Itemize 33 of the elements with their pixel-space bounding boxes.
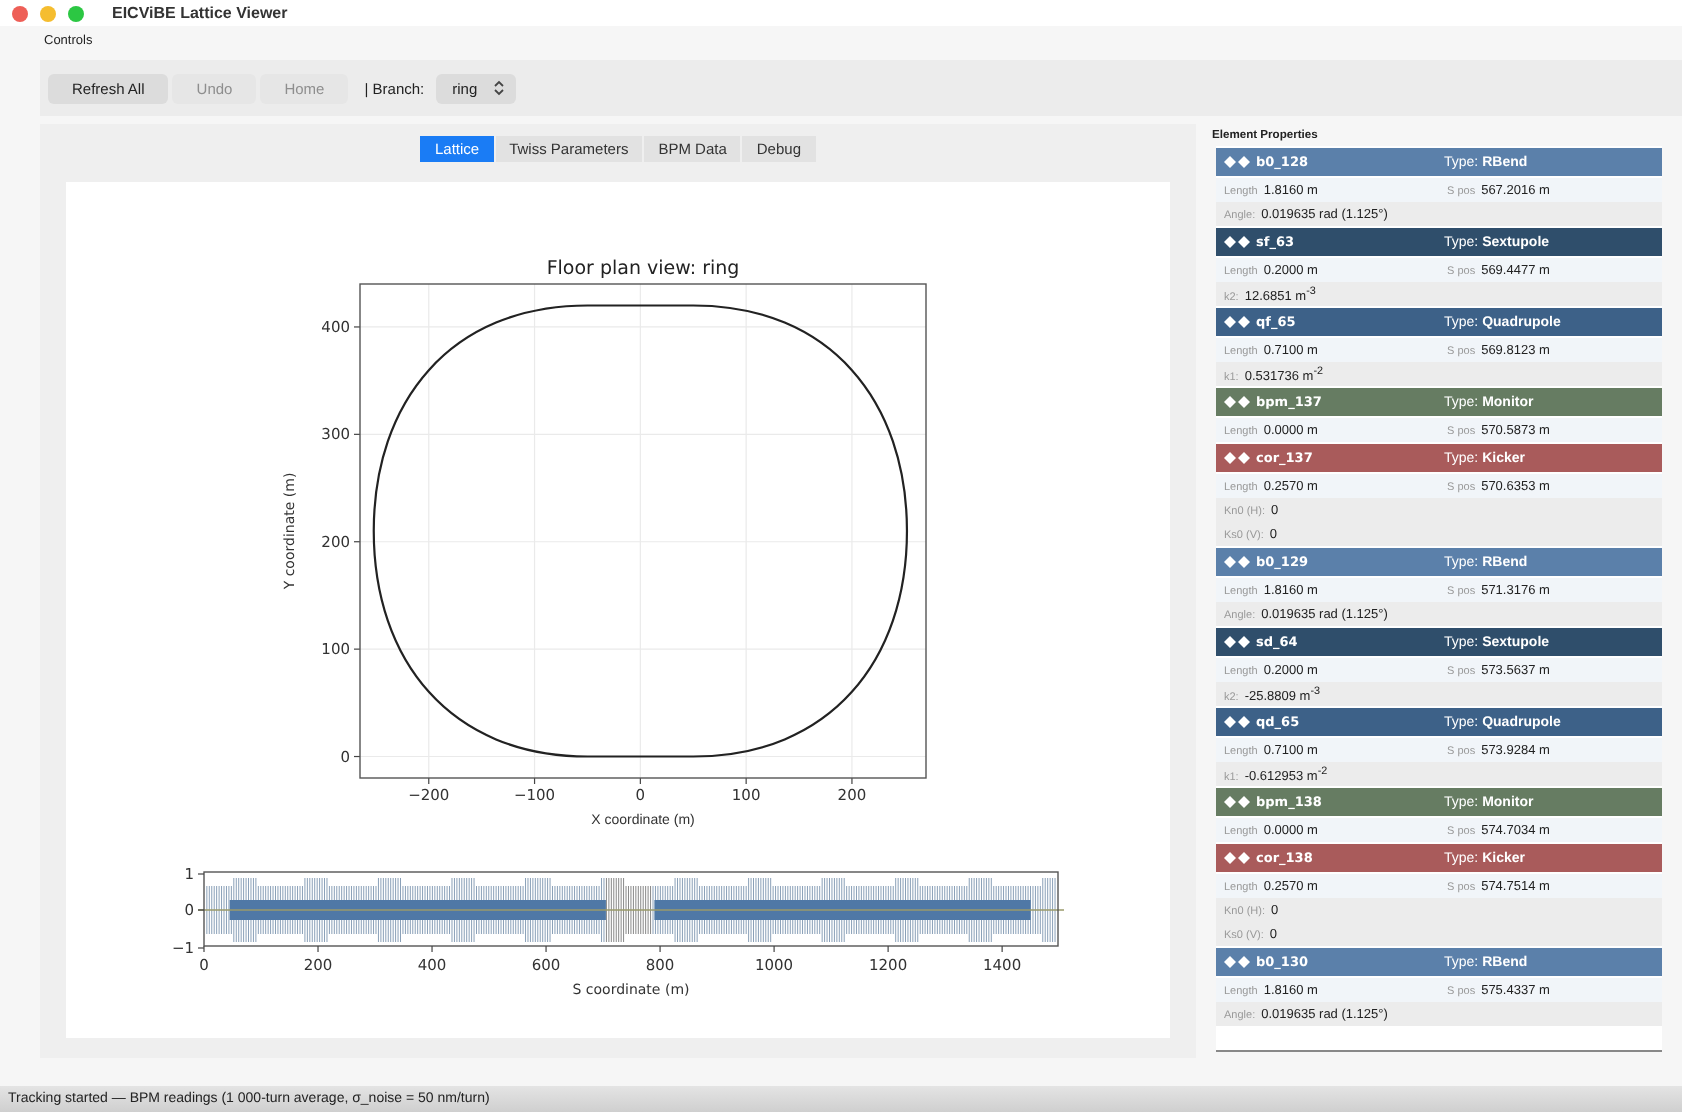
window-title: EICViBE Lattice Viewer [112,4,288,22]
tick-mark [533,777,536,785]
diamonds-icon [1224,556,1250,569]
tick-mark [851,777,853,785]
diamonds-icon [1224,396,1250,409]
diamonds-icon [1224,452,1250,465]
tick-mark [197,873,205,875]
tick-mark [431,945,433,953]
tick-mark [1001,945,1003,953]
tick-mark [353,755,361,758]
tick-mark [317,945,319,953]
tick-mark [428,777,430,785]
tick-mark [773,945,775,953]
tick-mark [197,909,205,911]
diamonds-icon [1224,716,1250,729]
diamonds-icon [1224,796,1250,809]
tick-mark [639,777,641,785]
diamonds-icon [1224,316,1250,329]
tick-mark [353,648,361,650]
tick-mark [353,541,361,543]
chevrons-icon [493,80,504,96]
diamonds-icon [1224,956,1250,969]
diamonds-icon [1224,636,1250,649]
tick-mark [887,945,889,953]
tick-mark [659,945,661,953]
diamonds-icon [1224,852,1250,865]
tick-mark [545,945,547,953]
tick-mark [745,777,747,785]
diamonds-icon [1224,236,1250,249]
diamonds-icon [1224,156,1250,169]
tick-mark [353,326,361,328]
tick-mark [353,433,361,435]
chart-title: Floor plan view: ring [546,258,740,280]
